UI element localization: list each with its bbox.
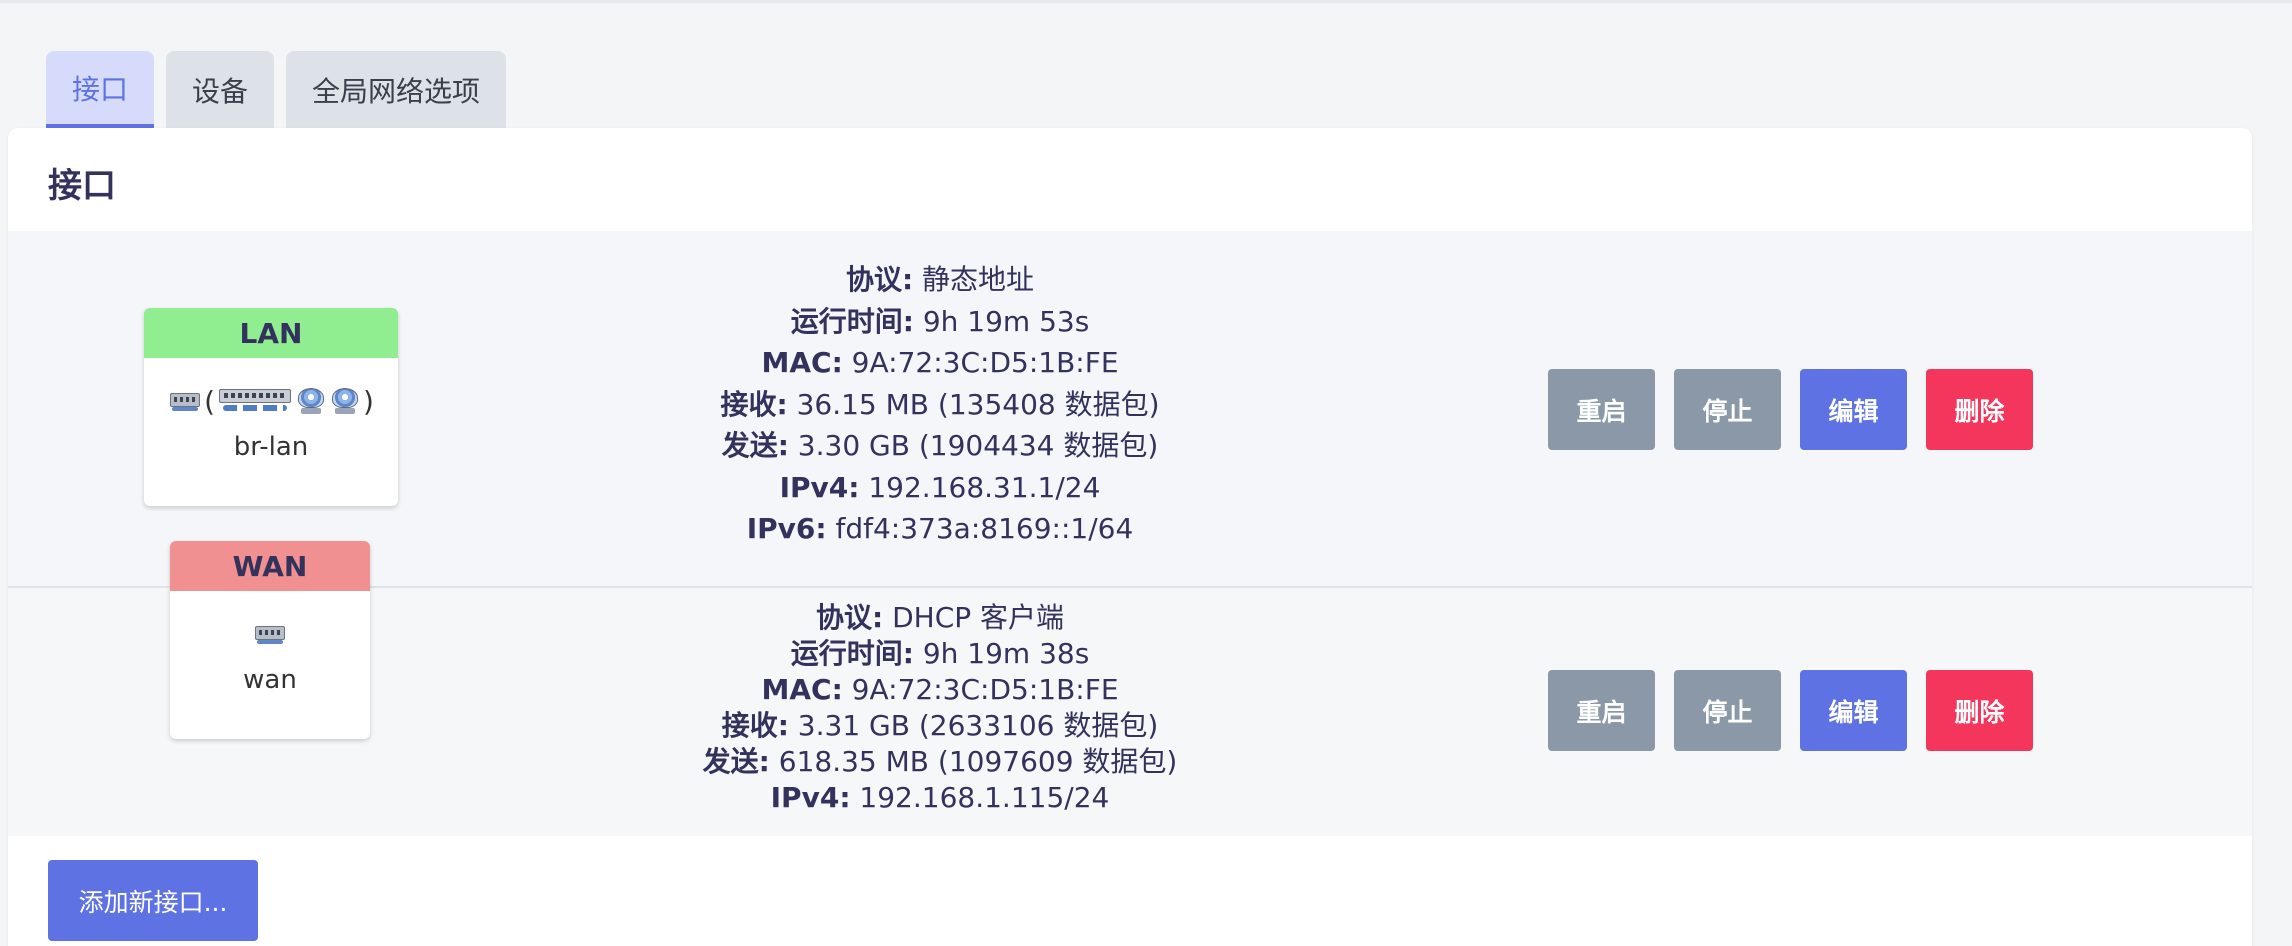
detail-rx: 接收: 3.31 GB (2633106 数据包) — [721, 709, 1159, 742]
interface-details: 协议: DHCP 客户端 运行时间: 9h 19m 38s MAC: 9A:72… — [540, 600, 1340, 816]
stop-button[interactable]: 停止 — [1674, 369, 1781, 450]
detail-ipv4: IPv4: 192.168.1.115/24 — [770, 781, 1110, 814]
interface-name: LAN — [144, 308, 398, 358]
detail-tx: 发送: 3.30 GB (1904434 数据包) — [721, 429, 1159, 462]
interface-row-wan: WAN wan 协议: DHCP 客户端 运行时间: 9h 19m 38s MA… — [8, 541, 2252, 836]
detail-uptime: 运行时间: 9h 19m 53s — [790, 304, 1090, 338]
interfaces-card: 接口 LAN ( ) br-lan 协议: 静态地址 运行时间: 9h 19m … — [8, 128, 2252, 946]
detail-tx: 发送: 618.35 MB (1097609 数据包) — [702, 745, 1178, 778]
delete-button[interactable]: 删除 — [1926, 670, 2033, 751]
delete-button[interactable]: 删除 — [1926, 369, 2033, 450]
detail-protocol: 协议: 静态地址 — [845, 263, 1035, 296]
interface-details: 协议: 静态地址 运行时间: 9h 19m 53s MAC: 9A:72:3C:… — [540, 259, 1340, 550]
detail-mac: MAC: 9A:72:3C:D5:1B:FE — [761, 673, 1119, 706]
interface-name: WAN — [170, 541, 370, 591]
tab-devices[interactable]: 设备 — [166, 51, 275, 129]
edit-button[interactable]: 编辑 — [1800, 369, 1907, 450]
interface-actions: 重启 停止 编辑 删除 — [1548, 670, 2033, 751]
restart-button[interactable]: 重启 — [1548, 670, 1655, 751]
detail-ipv4: IPv4: 192.168.31.1/24 — [779, 470, 1101, 504]
detail-rx: 接收: 36.15 MB (135408 数据包) — [720, 387, 1160, 421]
device-icons — [170, 617, 370, 651]
top-divider — [0, 0, 2292, 3]
tab-interfaces[interactable]: 接口 — [46, 51, 155, 129]
interface-actions: 重启 停止 编辑 删除 — [1548, 369, 2033, 450]
detail-uptime: 运行时间: 9h 19m 38s — [790, 637, 1090, 670]
card-title: 接口 — [48, 166, 116, 206]
device-icons: ( ) — [144, 384, 398, 418]
detail-protocol: 协议: DHCP 客户端 — [815, 601, 1065, 634]
interface-badge-wan[interactable]: WAN wan — [170, 541, 370, 739]
wireless-icon — [295, 386, 327, 416]
interface-badge-lan[interactable]: LAN ( ) br-lan — [144, 308, 398, 506]
detail-mac: MAC: 9A:72:3C:D5:1B:FE — [761, 346, 1119, 379]
wireless-icon — [329, 386, 361, 416]
device-name: wan — [243, 665, 297, 695]
restart-button[interactable]: 重启 — [1548, 369, 1655, 450]
detail-ipv6: IPv6: fdf4:373a:8169::1/64 — [746, 512, 1134, 545]
interface-row-lan: LAN ( ) br-lan 协议: 静态地址 运行时间: 9h 19m 53s… — [8, 231, 2252, 588]
ethernet-port-icon — [168, 389, 202, 413]
bridge-ports-icon — [217, 387, 293, 415]
ethernet-port-icon — [253, 622, 287, 646]
device-name: br-lan — [233, 432, 309, 462]
tab-bar: 接口 设备 全局网络选项 — [46, 51, 507, 129]
tab-global-network-options[interactable]: 全局网络选项 — [286, 51, 507, 129]
edit-button[interactable]: 编辑 — [1800, 670, 1907, 751]
stop-button[interactable]: 停止 — [1674, 670, 1781, 751]
add-interface-button[interactable]: 添加新接口... — [48, 860, 258, 941]
